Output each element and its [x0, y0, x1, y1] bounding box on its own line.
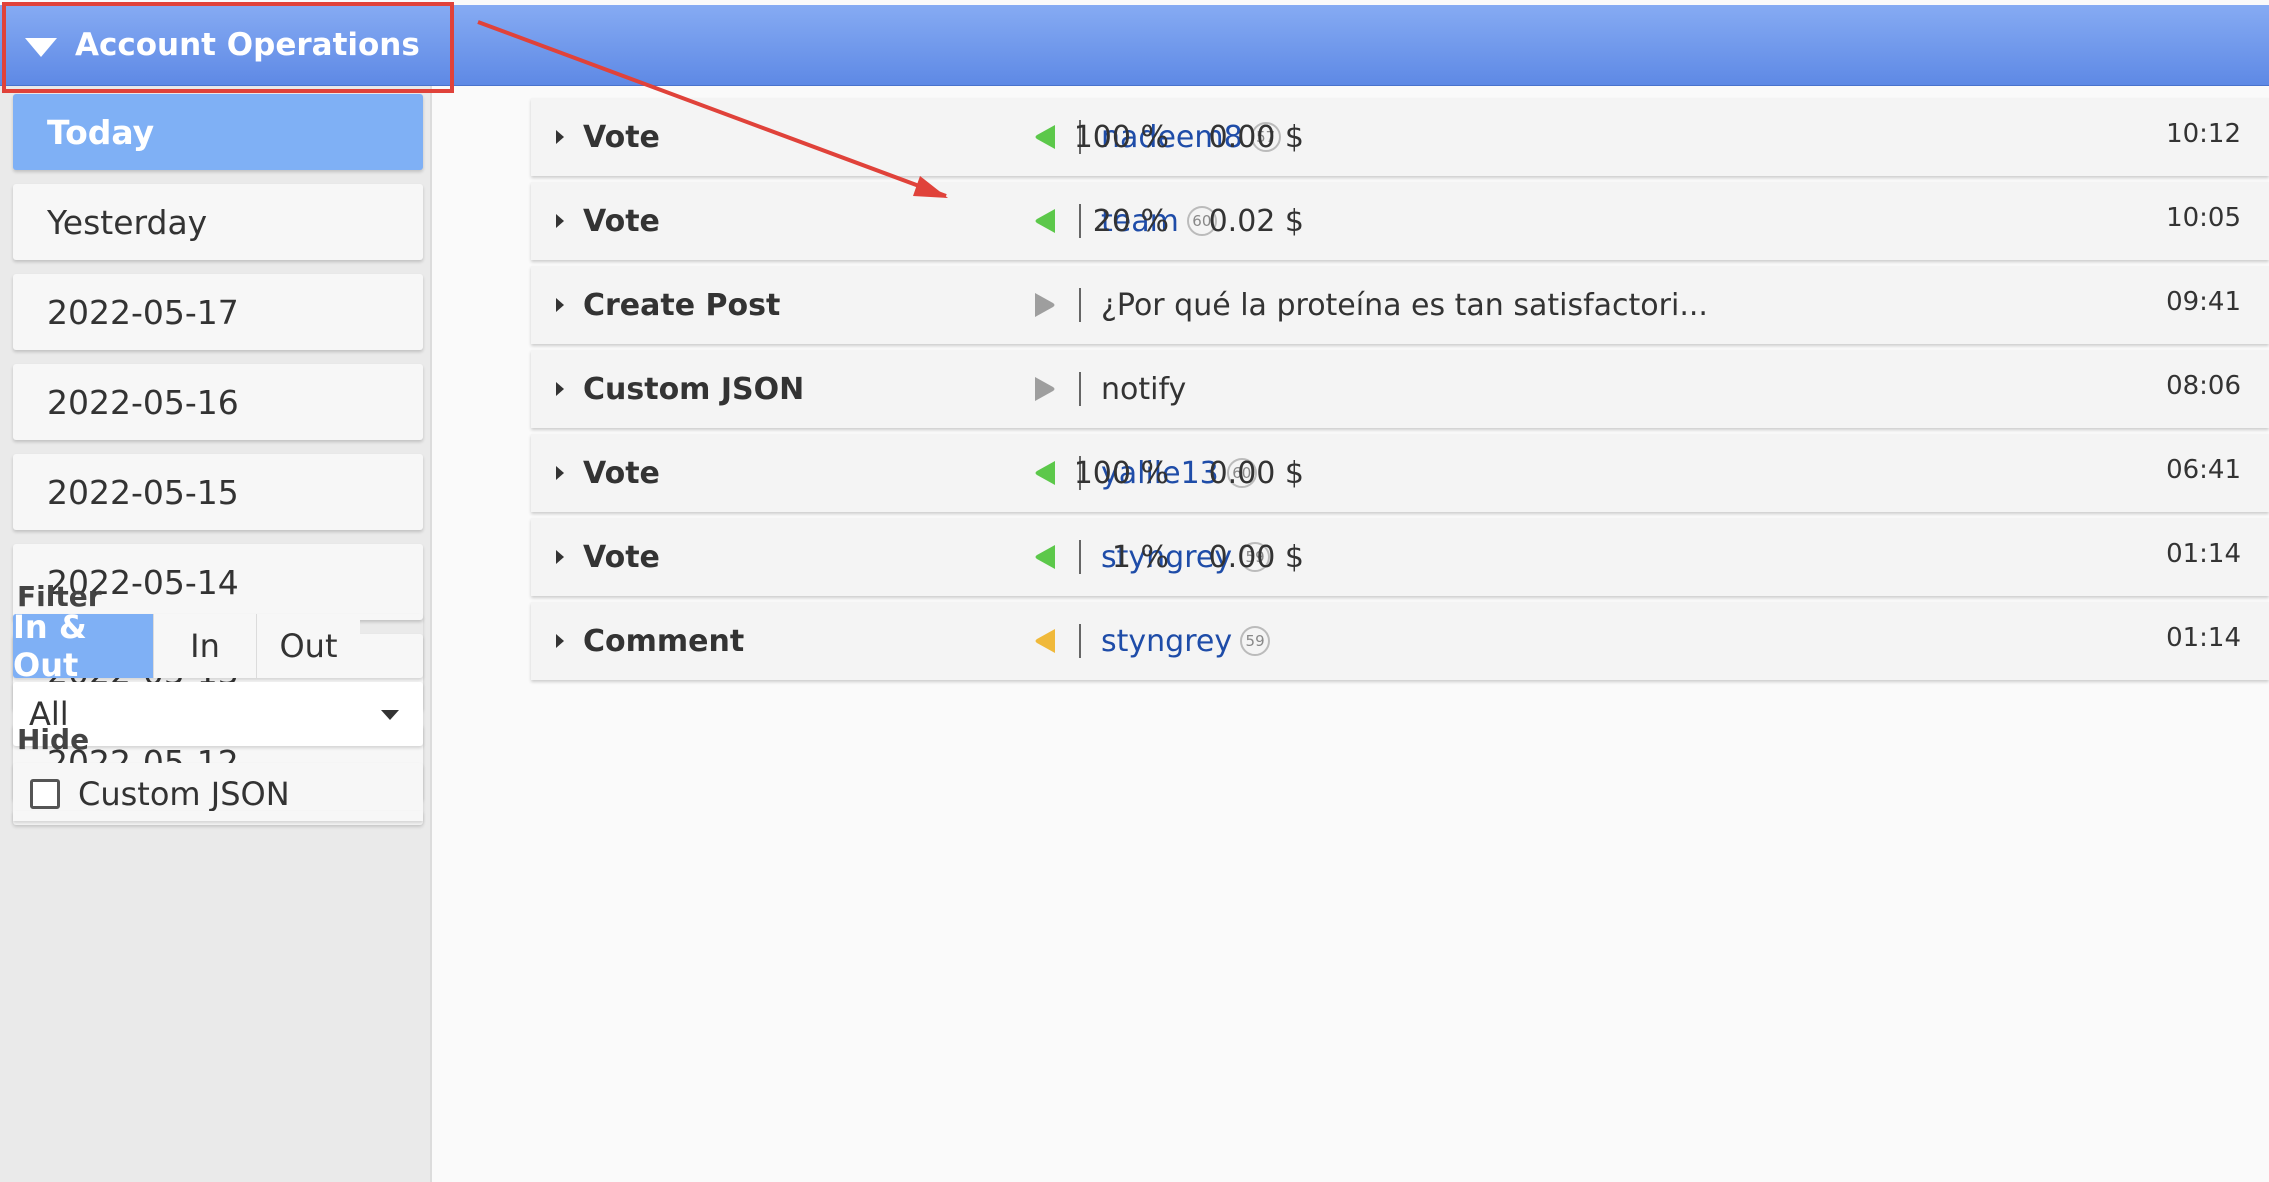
- operation-target[interactable]: styngrey 59: [1101, 602, 1271, 680]
- expand-caret-icon[interactable]: [556, 130, 564, 144]
- filter-out-button[interactable]: Out: [256, 614, 360, 678]
- reputation-badge: 59: [1240, 626, 1271, 656]
- operation-time: 08:06: [2166, 371, 2241, 401]
- operation-target: notify: [1101, 350, 1186, 428]
- expand-caret-icon[interactable]: [556, 634, 564, 648]
- operation-detail: ¿Por qué la proteína es tan satisfactori…: [1101, 287, 1708, 323]
- checkbox-custom-json[interactable]: [30, 779, 60, 809]
- filter-in-button[interactable]: In: [153, 614, 256, 678]
- outgoing-arrow-icon: [1033, 350, 1057, 428]
- column-separator: [1079, 624, 1081, 658]
- operation-type: Vote: [583, 539, 660, 575]
- outgoing-arrow-icon: [1033, 266, 1057, 344]
- panel-title: Account Operations: [75, 27, 420, 63]
- checkbox-label: Custom JSON: [78, 775, 290, 813]
- date-button[interactable]: Today: [13, 94, 423, 170]
- operation-row[interactable]: Comment styngrey 59 01:14: [531, 602, 2269, 680]
- collapse-triangle-icon: [25, 37, 57, 57]
- expand-caret-icon[interactable]: [556, 382, 564, 396]
- operation-time: 01:14: [2166, 623, 2241, 653]
- operation-time: 10:05: [2166, 203, 2241, 233]
- operation-time: 06:41: [2166, 455, 2241, 485]
- incoming-arrow-icon: [1033, 98, 1057, 176]
- operation-row[interactable]: Create Post ¿Por qué la proteína es tan s…: [531, 266, 2269, 344]
- operation-row[interactable]: Vote styngrey 59 1 % 0.00 $01:14: [531, 518, 2269, 596]
- panel-toggle[interactable]: Account Operations: [25, 5, 420, 85]
- column-separator: [1079, 372, 1081, 406]
- header-bar: Account Operations: [0, 5, 2269, 86]
- operation-time: 09:41: [2166, 287, 2241, 317]
- sidebar-next-option[interactable]: [13, 811, 423, 821]
- date-button[interactable]: 2022-05-16: [13, 364, 423, 440]
- incoming-arrow-icon: [1033, 602, 1057, 680]
- account-link[interactable]: styngrey: [1101, 624, 1232, 659]
- vote-value: 0.00 $: [1208, 455, 1304, 491]
- incoming-arrow-icon: [1033, 182, 1057, 260]
- operation-type: Custom JSON: [583, 371, 805, 407]
- incoming-arrow-icon: [1033, 518, 1057, 596]
- incoming-arrow-icon: [1033, 434, 1057, 512]
- expand-caret-icon[interactable]: [556, 214, 564, 228]
- operation-row[interactable]: Vote yalile13 60 100 % 0.00 $06:41: [531, 434, 2269, 512]
- filter-in-out-button[interactable]: In & Out: [13, 614, 153, 678]
- vote-weight: 100 %: [1073, 455, 1169, 491]
- sidebar: Today Yesterday 2022-05-17 2022-05-16 2022-0…: [0, 86, 432, 1182]
- expand-caret-icon[interactable]: [556, 550, 564, 564]
- operation-type: Comment: [583, 623, 745, 659]
- operation-time: 10:12: [2166, 119, 2241, 149]
- operation-row[interactable]: Vote nadeem8 57 100 % 0.00 $10:12: [531, 98, 2269, 176]
- operation-row[interactable]: Vote team 60 20 % 0.02 $10:05: [531, 182, 2269, 260]
- hide-label: Hide: [17, 723, 90, 756]
- operation-type: Vote: [583, 203, 660, 239]
- chevron-down-icon: [381, 710, 399, 720]
- operation-detail: notify: [1101, 371, 1187, 407]
- operation-time: 01:14: [2166, 539, 2241, 569]
- vote-value: 0.02 $: [1208, 203, 1304, 239]
- operation-target: ¿Por qué la proteína es tan satisfactori…: [1101, 266, 1708, 344]
- date-button[interactable]: 2022-05-17: [13, 274, 423, 350]
- expand-caret-icon[interactable]: [556, 466, 564, 480]
- operation-row[interactable]: Custom JSON notify 08:06: [531, 350, 2269, 428]
- vote-weight: 20 %: [1092, 203, 1169, 239]
- vote-value: 0.00 $: [1208, 119, 1304, 155]
- filter-label: Filter: [17, 580, 102, 613]
- operation-type: Create Post: [583, 287, 781, 323]
- direction-filter: In & Out In Out: [13, 614, 423, 678]
- vote-value: 0.00 $: [1208, 539, 1304, 575]
- column-separator: [1079, 288, 1081, 322]
- column-separator: [1079, 540, 1081, 574]
- expand-caret-icon[interactable]: [556, 298, 564, 312]
- date-button[interactable]: Yesterday: [13, 184, 423, 260]
- column-separator: [1079, 204, 1081, 238]
- operation-type: Vote: [583, 455, 660, 491]
- vote-weight: 1 %: [1111, 539, 1169, 575]
- vote-weight: 100 %: [1073, 119, 1169, 155]
- date-button[interactable]: 2022-05-15: [13, 454, 423, 530]
- operation-type: Vote: [583, 119, 660, 155]
